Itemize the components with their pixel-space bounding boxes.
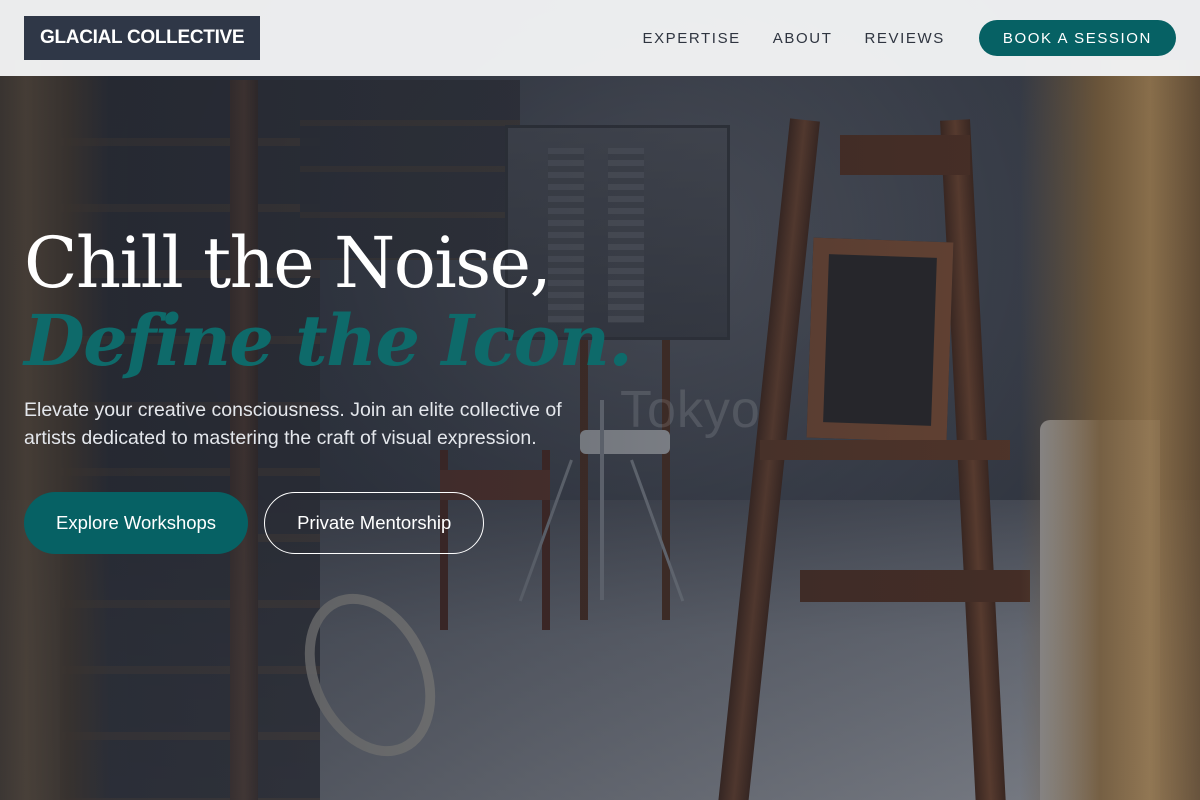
site-logo[interactable]: GLACIAL COLLECTIVE <box>24 16 261 60</box>
site-header: GLACIAL COLLECTIVE EXPERTISE ABOUT REVIE… <box>0 0 1200 76</box>
background-watermark: Tokyo <box>620 381 761 439</box>
hero-headline: Chill the Noise, Define the Icon. <box>24 222 633 382</box>
nav-link-expertise[interactable]: EXPERTISE <box>642 30 740 47</box>
hero-subtitle: Elevate your creative consciousness. Joi… <box>24 399 562 449</box>
headline-line-1: Chill the Noise, <box>24 222 552 304</box>
hero-section: Chill the Noise, Define the Icon. Elevat… <box>24 222 633 554</box>
main-nav: EXPERTISE ABOUT REVIEWS BOOK A SESSION <box>610 20 1176 56</box>
explore-workshops-button[interactable]: Explore Workshops <box>24 492 249 554</box>
nav-link-about[interactable]: ABOUT <box>773 30 833 47</box>
nav-link-reviews[interactable]: REVIEWS <box>864 30 944 47</box>
private-mentorship-button[interactable]: Private Mentorship <box>264 492 485 554</box>
hero-actions: Explore Workshops Private Mentorship <box>24 492 624 554</box>
headline-line-2: Define the Icon. <box>24 299 633 382</box>
book-session-button[interactable]: BOOK A SESSION <box>978 20 1176 56</box>
